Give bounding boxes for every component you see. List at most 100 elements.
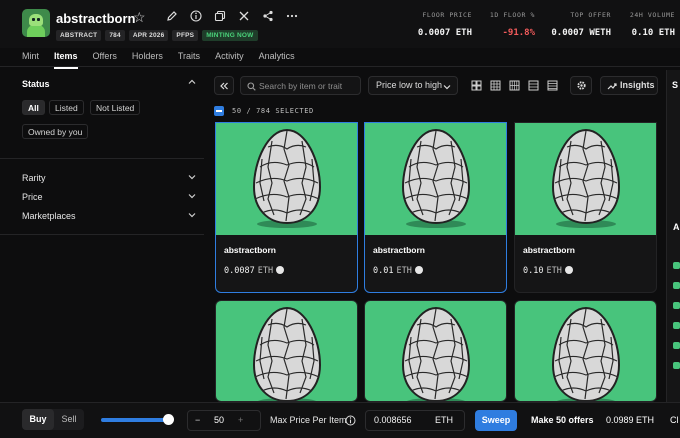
filter-marketplaces[interactable]: Marketplaces	[22, 211, 76, 221]
ethereum-icon	[276, 266, 285, 274]
x-icon[interactable]	[236, 10, 252, 26]
item-price: 0.01 ETH	[373, 266, 423, 276]
buy-sell-toggle: Buy Sell	[22, 409, 84, 430]
collection-badges: ABSTRACT 784 APR 2026 PFPS MINTING NOW	[56, 30, 258, 41]
info-icon[interactable]	[345, 415, 356, 426]
filter-rarity[interactable]: Rarity	[22, 173, 46, 183]
make-offers-button[interactable]: Make 50 offers	[531, 415, 594, 425]
item-card[interactable]	[215, 300, 358, 402]
max-price-input[interactable]: 0.008656 ETH	[365, 410, 465, 431]
item-image[interactable]	[216, 123, 357, 235]
search-icon	[247, 82, 256, 91]
table-icon[interactable]	[547, 80, 558, 91]
status-listed[interactable]: Listed	[49, 100, 84, 115]
item-card[interactable]	[514, 300, 657, 402]
offers-total: 0.0989 ETH	[606, 415, 655, 425]
sweep-slider[interactable]	[101, 418, 169, 422]
select-all-checkbox[interactable]	[214, 106, 224, 116]
stat-floor-price: FLOOR PRICE 0.0007 ETH	[417, 11, 472, 38]
grid-large-icon[interactable]	[471, 80, 482, 91]
star-icon[interactable]: ☆	[133, 9, 146, 26]
panel-row-marker	[673, 322, 680, 329]
item-price: 0.0087 ETH	[224, 266, 285, 276]
sort-dropdown[interactable]: Price low to high	[368, 76, 458, 95]
insights-button[interactable]: Insights	[600, 76, 658, 95]
slider-handle[interactable]	[163, 414, 174, 425]
chevron-down-icon[interactable]	[188, 211, 196, 221]
egg-image	[252, 306, 322, 401]
sweep-button[interactable]: Sweep	[475, 410, 517, 431]
panel-heading: S	[672, 80, 679, 90]
share-icon[interactable]	[260, 10, 276, 26]
panel-section: A	[673, 222, 680, 232]
selection-count: 50 / 784 SELECTED	[232, 107, 314, 115]
item-name: abstractborn	[373, 245, 425, 255]
list-icon[interactable]	[528, 80, 539, 91]
stat-volume: 24H VOLUME 0.10 ETH	[629, 11, 675, 38]
quantity-stepper[interactable]: − 50 +	[187, 410, 261, 431]
item-name: abstractborn	[523, 245, 575, 255]
egg-image	[401, 306, 471, 401]
egg-image	[551, 306, 621, 401]
item-card[interactable]	[364, 300, 507, 402]
chevron-down-icon[interactable]	[188, 173, 196, 183]
pencil-icon[interactable]	[164, 10, 180, 26]
max-price-value: 0.008656	[374, 415, 412, 425]
more-icon[interactable]	[284, 10, 300, 26]
clear-button[interactable]: Cl	[670, 415, 679, 425]
supply-badge: 784	[105, 30, 125, 41]
buy-tab[interactable]: Buy	[22, 409, 54, 430]
settings-button[interactable]	[570, 76, 592, 95]
sidebar-divider	[0, 234, 204, 235]
panel-row-marker	[673, 362, 680, 369]
collection-avatar	[22, 9, 50, 37]
item-image[interactable]	[365, 123, 506, 235]
status-title: Status	[22, 79, 50, 89]
item-image[interactable]	[216, 301, 357, 401]
chart-icon	[607, 83, 617, 90]
egg-image	[551, 128, 621, 228]
collection-name: abstractborn	[56, 11, 136, 26]
collapse-sidebar-button[interactable]	[214, 76, 234, 95]
search-box[interactable]: Search by item or trait	[240, 76, 361, 95]
category-badge: PFPS	[172, 30, 199, 41]
chain-badge: ABSTRACT	[56, 30, 102, 41]
panel-row-marker	[673, 262, 680, 269]
ethereum-icon	[414, 266, 423, 274]
chevron-down-icon	[443, 85, 451, 90]
settings-icon	[576, 81, 586, 90]
item-price: 0.10 ETH	[523, 266, 573, 276]
info-icon[interactable]	[188, 10, 204, 26]
item-image[interactable]	[365, 301, 506, 401]
item-card[interactable]: abstractborn 0.0087 ETH	[215, 122, 358, 293]
copy-icon[interactable]	[212, 10, 228, 26]
sell-tab[interactable]: Sell	[54, 409, 84, 430]
egg-image	[401, 128, 471, 228]
status-all[interactable]: All	[22, 100, 45, 115]
max-price-label: Max Price Per Item	[270, 415, 347, 425]
increment-button[interactable]: +	[238, 415, 243, 425]
stat-top-offer: TOP OFFER 0.0007 WETH	[551, 11, 611, 38]
chevron-down-icon[interactable]	[188, 192, 196, 202]
filter-price[interactable]: Price	[22, 192, 43, 202]
quantity-input[interactable]: 50	[214, 415, 224, 425]
ethereum-icon	[564, 266, 573, 274]
status-not-listed[interactable]: Not Listed	[90, 100, 141, 115]
decrement-button[interactable]: −	[195, 415, 200, 425]
item-card[interactable]: abstractborn 0.01 ETH	[364, 122, 507, 293]
grid-small-icon[interactable]	[490, 80, 501, 91]
grid-dense-icon[interactable]	[509, 80, 520, 91]
item-image[interactable]	[515, 301, 656, 401]
tabs-divider	[0, 66, 680, 67]
item-card[interactable]: abstractborn 0.10 ETH	[514, 122, 657, 293]
status-owned[interactable]: Owned by you	[22, 124, 89, 139]
panel-row-marker	[673, 342, 680, 349]
stat-floor-change: 1D FLOOR % -91.8%	[489, 11, 535, 38]
search-input[interactable]: Search by item or trait	[259, 81, 342, 91]
collection-header: abstractborn ☆ ABSTRACT 784 APR 2026 PFP…	[0, 0, 680, 48]
panel-row-marker	[673, 302, 680, 309]
item-name: abstractborn	[224, 245, 276, 255]
chevron-up-icon[interactable]	[188, 78, 196, 88]
item-image[interactable]	[515, 123, 656, 235]
max-price-unit: ETH	[435, 415, 453, 425]
